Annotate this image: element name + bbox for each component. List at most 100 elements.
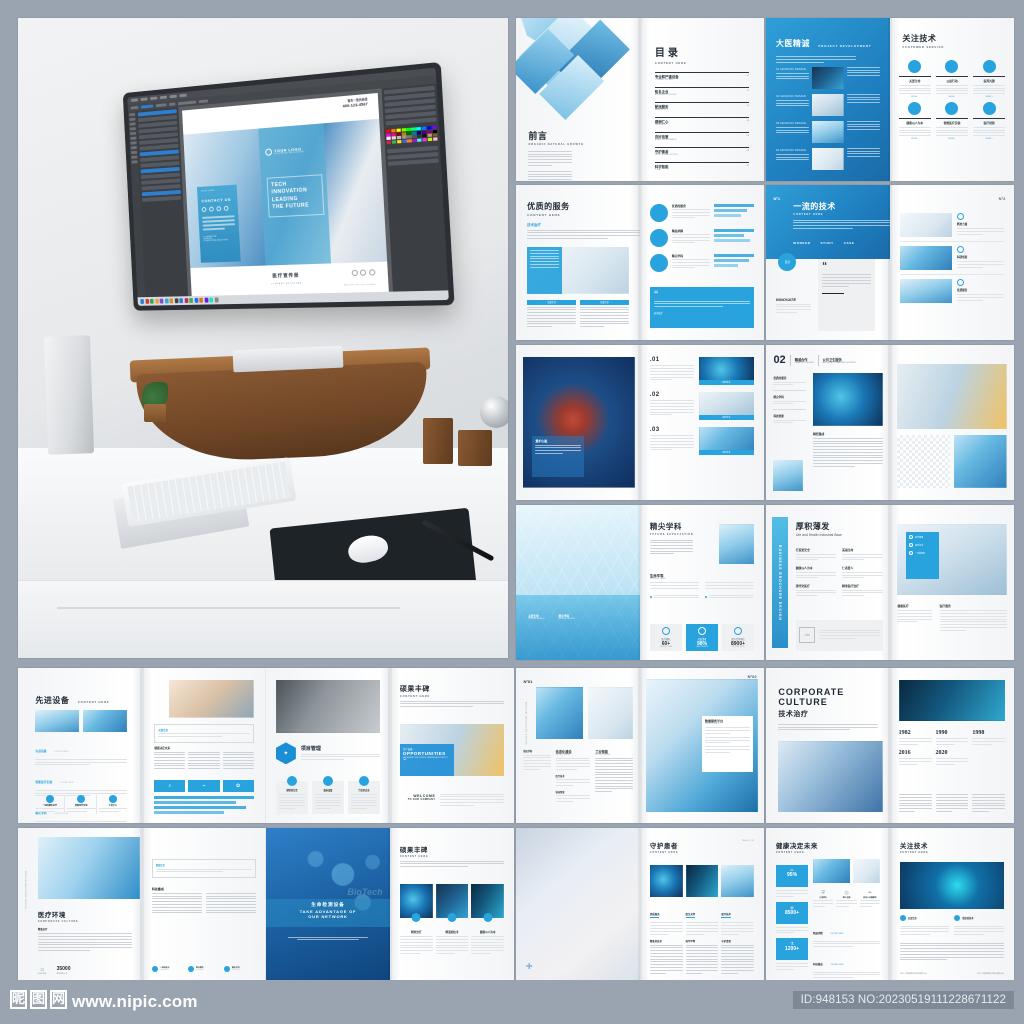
tool-move-icon[interactable]	[129, 112, 136, 117]
feature-card[interactable]: 行造更安全	[348, 775, 381, 814]
taskbar-icon[interactable]	[199, 297, 204, 303]
menu-item[interactable]	[130, 98, 138, 102]
photo-card[interactable]	[471, 883, 505, 922]
spread-bio-tech-network[interactable]: BioTech 生命检测设备 TAKE ADVANTAGE OF OUR NET…	[266, 828, 514, 983]
menu-item[interactable]	[179, 93, 187, 98]
photoshop-right-panels[interactable]	[381, 83, 449, 292]
toc-row[interactable]: 良好信誉 BRAND PERFORMANCE 05	[654, 131, 750, 141]
taskbar-icon[interactable]	[209, 297, 214, 303]
stat-tile[interactable]: ⚗ 1200+	[775, 938, 809, 961]
service-card[interactable]: 医养共建 MORE +	[973, 60, 1006, 98]
icon-tile[interactable]: ⌁	[188, 779, 220, 792]
stat-card[interactable]: 医疗合作单位 8900+ PARTNER UNITS	[722, 623, 755, 651]
spread-future-expectation[interactable]: 关爱生命 MEDICAL SERVICE 精尖学科 MEDICAL SERVIC…	[516, 505, 764, 660]
info-item[interactable]: 仁者爱人	[842, 566, 883, 580]
stat-tile[interactable]: 01 95%	[775, 865, 809, 888]
spread-graphic-design-public-health[interactable]: 02 精诚合作 GRAPHIC DESIGN 公共卫生服务 ARCHITECTU…	[766, 345, 1014, 500]
spread-guard-patients[interactable]: ✚ 守护患者 CONTENT HERE PAGE 01 / 02 优质服务 精准…	[516, 828, 764, 983]
stat-card[interactable]: 关爱患者 98% CARE PATIENTS	[685, 623, 718, 651]
icon-item[interactable]: ❧ 科技与环境服务	[859, 890, 881, 908]
feature-row[interactable]: 优质的服务	[649, 203, 755, 222]
timeline-item[interactable]: 2016	[898, 750, 932, 766]
spread-project-management[interactable]: ✦ 项目管理 健康的生活 临床设置 行造更安全 硕果丰碑 CONTENT HER…	[266, 668, 514, 823]
spread-preface-contents[interactable]: 前言 ORGANIC NATURAL GROWTH 目录 CONTENT HER…	[516, 18, 764, 181]
toc-row[interactable]: 配送服务 MAIN SERVICE 03	[654, 101, 750, 111]
taskbar-icon[interactable]	[204, 297, 209, 303]
spread-corporate-culture-timeline[interactable]: CORPORATE CULTURE 技术治疗 1982 1990 1998 20…	[766, 668, 1014, 823]
toc-row[interactable]: 专业和严谨设备 COMPANY PROFILE 01	[654, 71, 750, 81]
service-card[interactable]: 关爱生命 MORE +	[898, 60, 931, 98]
timeline-item[interactable]: 2020	[935, 750, 969, 766]
taskbar-icon[interactable]	[174, 298, 179, 304]
feature-row[interactable]: 精益求精	[649, 228, 755, 247]
toc-row[interactable]: 守护患者 DEVELOPMENT HISTORY 06	[654, 146, 750, 156]
taskbar-icon[interactable]	[194, 297, 198, 303]
spread-project-development[interactable]: 大医精诚 PROJECT DEVELOPMENT 01 GRAPHIC DESI…	[766, 18, 1014, 181]
taskbar-icon[interactable]	[189, 298, 193, 303]
card-more[interactable]: MORE +	[973, 138, 1005, 140]
icon-card[interactable]: 智能医疗实验	[66, 794, 97, 814]
taskbar-icon[interactable]	[154, 298, 159, 304]
tool-gradient-icon[interactable]	[130, 141, 137, 145]
spread-heart-anatomy[interactable]: 爱护心脏 .01 医疗技术 .02 医疗技术 .03 医疗技术	[516, 345, 764, 500]
icon-tile[interactable]: ✿	[222, 779, 254, 792]
spread-advanced-equipment[interactable]: 先进设备 CONTENT HERE 先进设备 CONTENT HERE 智能医疗…	[18, 668, 266, 823]
stat-tile[interactable]: ◍ 8500+	[775, 901, 809, 924]
taskbar-icon[interactable]	[159, 298, 164, 304]
tech-row[interactable]: 优质服务	[899, 278, 1005, 303]
panel-row[interactable]	[142, 195, 182, 202]
info-box[interactable]: 关爱生命	[580, 299, 629, 329]
tool-brush-icon[interactable]	[129, 131, 137, 136]
spread-medical-environment[interactable]: MEDICAL BROCHURE DESIGN 医疗环境 CORPORATE C…	[18, 828, 266, 983]
timeline-item[interactable]: 1990	[935, 730, 969, 746]
option-control-active[interactable]	[140, 104, 154, 109]
taskbar-icon[interactable]	[169, 298, 174, 304]
panel-row[interactable]	[387, 157, 439, 166]
icon-card[interactable]: 一流的精准治疗	[35, 794, 65, 814]
menu-item[interactable]	[159, 95, 168, 99]
card-more[interactable]: MORE +	[973, 96, 1005, 98]
photo-card[interactable]	[399, 883, 433, 922]
photoshop-canvas[interactable]: 服务一致的热线 400-123-4567 YOUR LOGO BUSINESS …	[178, 88, 394, 297]
spread-quality-service[interactable]: 优质的服务 CONTENT HERE 技术治疗 关爱生命 关爱生命 优质的服务 …	[516, 185, 764, 340]
card-more[interactable]: MORE +	[936, 138, 968, 140]
service-card[interactable]: 智能医疗实验 MORE +	[935, 102, 969, 140]
spread-life-health-industrial-base[interactable]: BUSINESS BROCHURE DESIGN 厚积薄发 Life and H…	[766, 505, 1014, 660]
toc-row[interactable]: 知名企业 ENTERPRISE CULTURE 02	[654, 86, 750, 96]
tool-lasso-icon[interactable]	[129, 122, 136, 126]
option-control[interactable]	[169, 102, 176, 106]
option-control[interactable]	[198, 98, 209, 103]
spread4-tabs[interactable]: WORKER STUDY CASE	[793, 241, 854, 245]
spread-informatization[interactable]: N°01 MEDICAL BROCHURE DESIGN 精尖学科 信息化建设 …	[516, 668, 764, 823]
side-item[interactable]: 科技智能	[773, 414, 806, 424]
section[interactable]: 先进设备 CONTENT HERE	[35, 739, 128, 766]
side-item[interactable]: 优质的服务	[773, 376, 806, 392]
menu-item[interactable]	[150, 96, 158, 100]
info-item[interactable]: 精准医疗治疗	[842, 584, 883, 598]
service-card[interactable]: 医疗创新 MORE +	[973, 102, 1006, 140]
card-more[interactable]: MORE +	[899, 96, 931, 98]
tab-worker[interactable]: WORKER	[793, 241, 810, 245]
section[interactable]: 智能医疗实验 CONTENT HERE	[35, 770, 128, 797]
section[interactable]: 精益求精 CONTENT HERE	[813, 921, 881, 948]
numbered-row[interactable]: .03 医疗技术	[649, 427, 755, 456]
service-card[interactable]: 公益行动 MORE +	[935, 60, 969, 98]
taskbar-icon[interactable]	[184, 298, 189, 304]
menu-item[interactable]	[140, 97, 148, 101]
spread-first-class-technology[interactable]: N°1 一流的技术 CONTENT HERE WORKER STUDY CASE…	[766, 185, 1014, 340]
taskbar-icon[interactable]	[179, 298, 184, 304]
tool-crop-icon[interactable]	[129, 127, 136, 131]
timeline-item[interactable]: 1998	[972, 730, 1006, 746]
tech-row[interactable]: 精准力量	[899, 212, 1005, 242]
side-item[interactable]: 精尖学科	[773, 395, 806, 411]
numbered-row[interactable]: .01 医疗技术	[649, 357, 755, 386]
card-more[interactable]: MORE +	[936, 96, 968, 98]
bullet[interactable]: 精尖学科	[224, 966, 256, 973]
info-item[interactable]: 美丽生命	[842, 548, 883, 562]
taskbar-icon[interactable]	[164, 298, 169, 304]
taskbar-icon[interactable]	[149, 298, 154, 304]
feature-card[interactable]: 临床设置	[311, 775, 344, 814]
toc-row[interactable]: 科学智能 TODAY 07	[654, 161, 750, 171]
icon-tile[interactable]: ⌕	[154, 779, 186, 792]
icon-item[interactable]: ⛨ 行造医疗	[813, 890, 834, 908]
